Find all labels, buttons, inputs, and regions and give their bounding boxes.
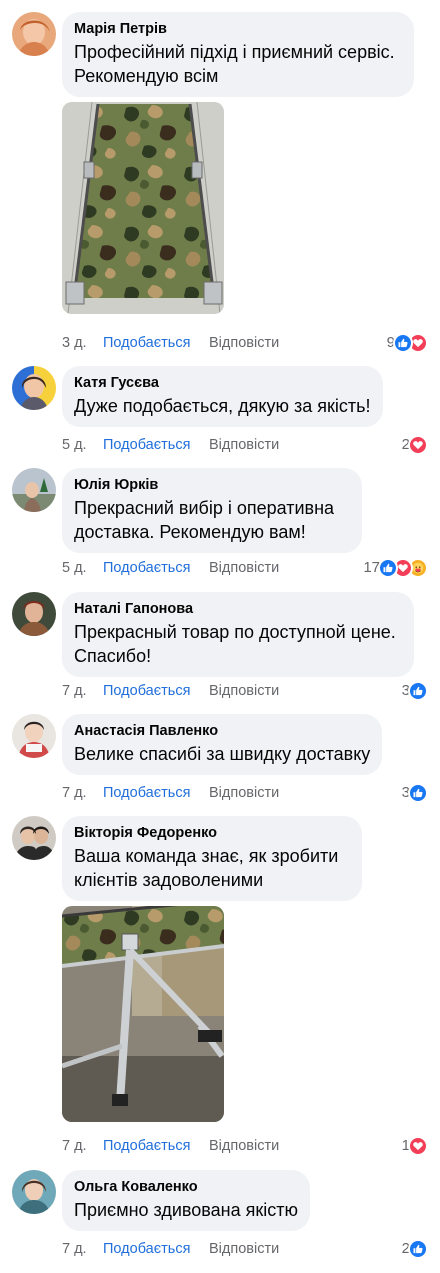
like-link[interactable]: Подобається <box>103 680 190 702</box>
comment-author[interactable]: Вікторія Федоренко <box>74 824 350 842</box>
avatar[interactable] <box>12 714 56 758</box>
comment-time[interactable]: 7 д. <box>62 1135 87 1157</box>
reactions[interactable]: 17 <box>363 557 428 579</box>
avatar[interactable] <box>12 816 56 860</box>
comment-actions: 7 д. Подобається Відповісти 3 <box>62 782 428 804</box>
avatar[interactable] <box>12 366 56 410</box>
reply-link[interactable]: Відповісти <box>209 680 279 702</box>
avatar[interactable] <box>12 1170 56 1214</box>
avatar[interactable] <box>12 12 56 56</box>
comment-text: Прекрасный товар по доступной цене. Спас… <box>74 622 396 666</box>
reactions[interactable]: 3 <box>402 782 428 804</box>
comment-item: Анастасія Павленко Велике спасибі за шви… <box>0 704 440 804</box>
reply-link[interactable]: Відповісти <box>209 1238 279 1260</box>
reply-link[interactable]: Відповісти <box>209 782 279 804</box>
comment-photo[interactable] <box>62 906 224 1122</box>
reply-link[interactable]: Відповісти <box>209 1135 279 1157</box>
like-icon <box>378 558 398 578</box>
comment-actions: 5 д. Подобається Відповісти 2 <box>62 434 428 456</box>
comment-time[interactable]: 5 д. <box>62 434 87 456</box>
reactions[interactable]: 9 <box>387 332 428 354</box>
comment-author[interactable]: Наталі Гапонова <box>74 600 402 618</box>
reply-link[interactable]: Відповісти <box>209 332 279 354</box>
comment-bubble: Ольга Коваленко Приємно здивована якістю <box>62 1170 310 1231</box>
comment-time[interactable]: 5 д. <box>62 557 87 579</box>
comment-actions: 3 д. Подобається Відповісти 9 <box>62 332 428 354</box>
comment-bubble: Наталі Гапонова Прекрасный товар по дост… <box>62 592 414 677</box>
comment-text: Ваша команда знає, як зробити клієнтів з… <box>74 846 339 890</box>
reply-link[interactable]: Відповісти <box>209 557 279 579</box>
like-link[interactable]: Подобається <box>103 1135 190 1157</box>
love-icon <box>408 435 428 455</box>
like-link[interactable]: Подобається <box>103 332 190 354</box>
comment-item: Катя Гусєва Дуже подобається, дякую за я… <box>0 356 440 456</box>
comment-author[interactable]: Марія Петрів <box>74 20 402 38</box>
like-icon <box>408 681 428 701</box>
comment-item: Вікторія Федоренко Ваша команда знає, як… <box>0 804 440 1158</box>
avatar[interactable] <box>12 592 56 636</box>
avatar[interactable] <box>12 468 56 512</box>
comment-author[interactable]: Катя Гусєва <box>74 374 371 392</box>
like-icon <box>408 783 428 803</box>
comment-item: Юлія Юрків Прекрасний вибір і оперативна… <box>0 456 440 580</box>
comment-text: Дуже подобається, дякую за якість! <box>74 396 371 416</box>
comment-text: Приємно здивована якістю <box>74 1200 298 1220</box>
comment-author[interactable]: Ольга Коваленко <box>74 1178 298 1196</box>
comment-time[interactable]: 7 д. <box>62 1238 87 1260</box>
like-link[interactable]: Подобається <box>103 557 190 579</box>
comment-bubble: Анастасія Павленко Велике спасибі за шви… <box>62 714 383 775</box>
reactions[interactable]: 2 <box>402 1238 428 1260</box>
comment-time[interactable]: 7 д. <box>62 680 87 702</box>
comment-bubble: Юлія Юрків Прекрасний вибір і оперативна… <box>62 468 362 553</box>
comment-actions: 5 д. Подобається Відповісти 17 <box>62 557 428 579</box>
like-link[interactable]: Подобається <box>103 782 190 804</box>
comment-item: Наталі Гапонова Прекрасный товар по дост… <box>0 580 440 704</box>
reactions[interactable]: 2 <box>402 434 428 456</box>
like-link[interactable]: Подобається <box>103 1238 190 1260</box>
like-icon <box>408 1239 428 1259</box>
reactions[interactable]: 1 <box>402 1135 428 1157</box>
comment-item: Ольга Коваленко Приємно здивована якістю… <box>0 1158 440 1273</box>
comment-author[interactable]: Анастасія Павленко <box>74 722 370 740</box>
comment-actions: 7 д. Подобається Відповісти 1 <box>62 1135 428 1157</box>
comment-bubble: Марія Петрів Професійний підхід і приємн… <box>62 12 414 97</box>
reactions[interactable]: 3 <box>402 680 428 702</box>
comment-text: Велике спасибі за швидку доставку <box>74 744 371 764</box>
comment-bubble: Вікторія Федоренко Ваша команда знає, як… <box>62 816 362 901</box>
comment-author[interactable]: Юлія Юрків <box>74 476 350 494</box>
comment-bubble: Катя Гусєва Дуже подобається, дякую за я… <box>62 366 383 427</box>
reply-link[interactable]: Відповісти <box>209 434 279 456</box>
comment-time[interactable]: 7 д. <box>62 782 87 804</box>
love-icon <box>408 1136 428 1156</box>
comment-text: Професійний підхід і приємний сервіс. Ре… <box>74 42 395 86</box>
like-link[interactable]: Подобається <box>103 434 190 456</box>
comment-text: Прекрасний вибір і оперативна доставка. … <box>74 498 335 542</box>
comment-item: Марія Петрів Професійний підхід і приємн… <box>0 0 440 356</box>
comment-photo[interactable] <box>62 102 224 314</box>
like-icon <box>393 333 413 353</box>
comment-actions: 7 д. Подобається Відповісти 2 <box>62 1238 428 1260</box>
comment-time[interactable]: 3 д. <box>62 332 87 354</box>
comment-actions: 7 д. Подобається Відповісти 3 <box>62 680 428 702</box>
